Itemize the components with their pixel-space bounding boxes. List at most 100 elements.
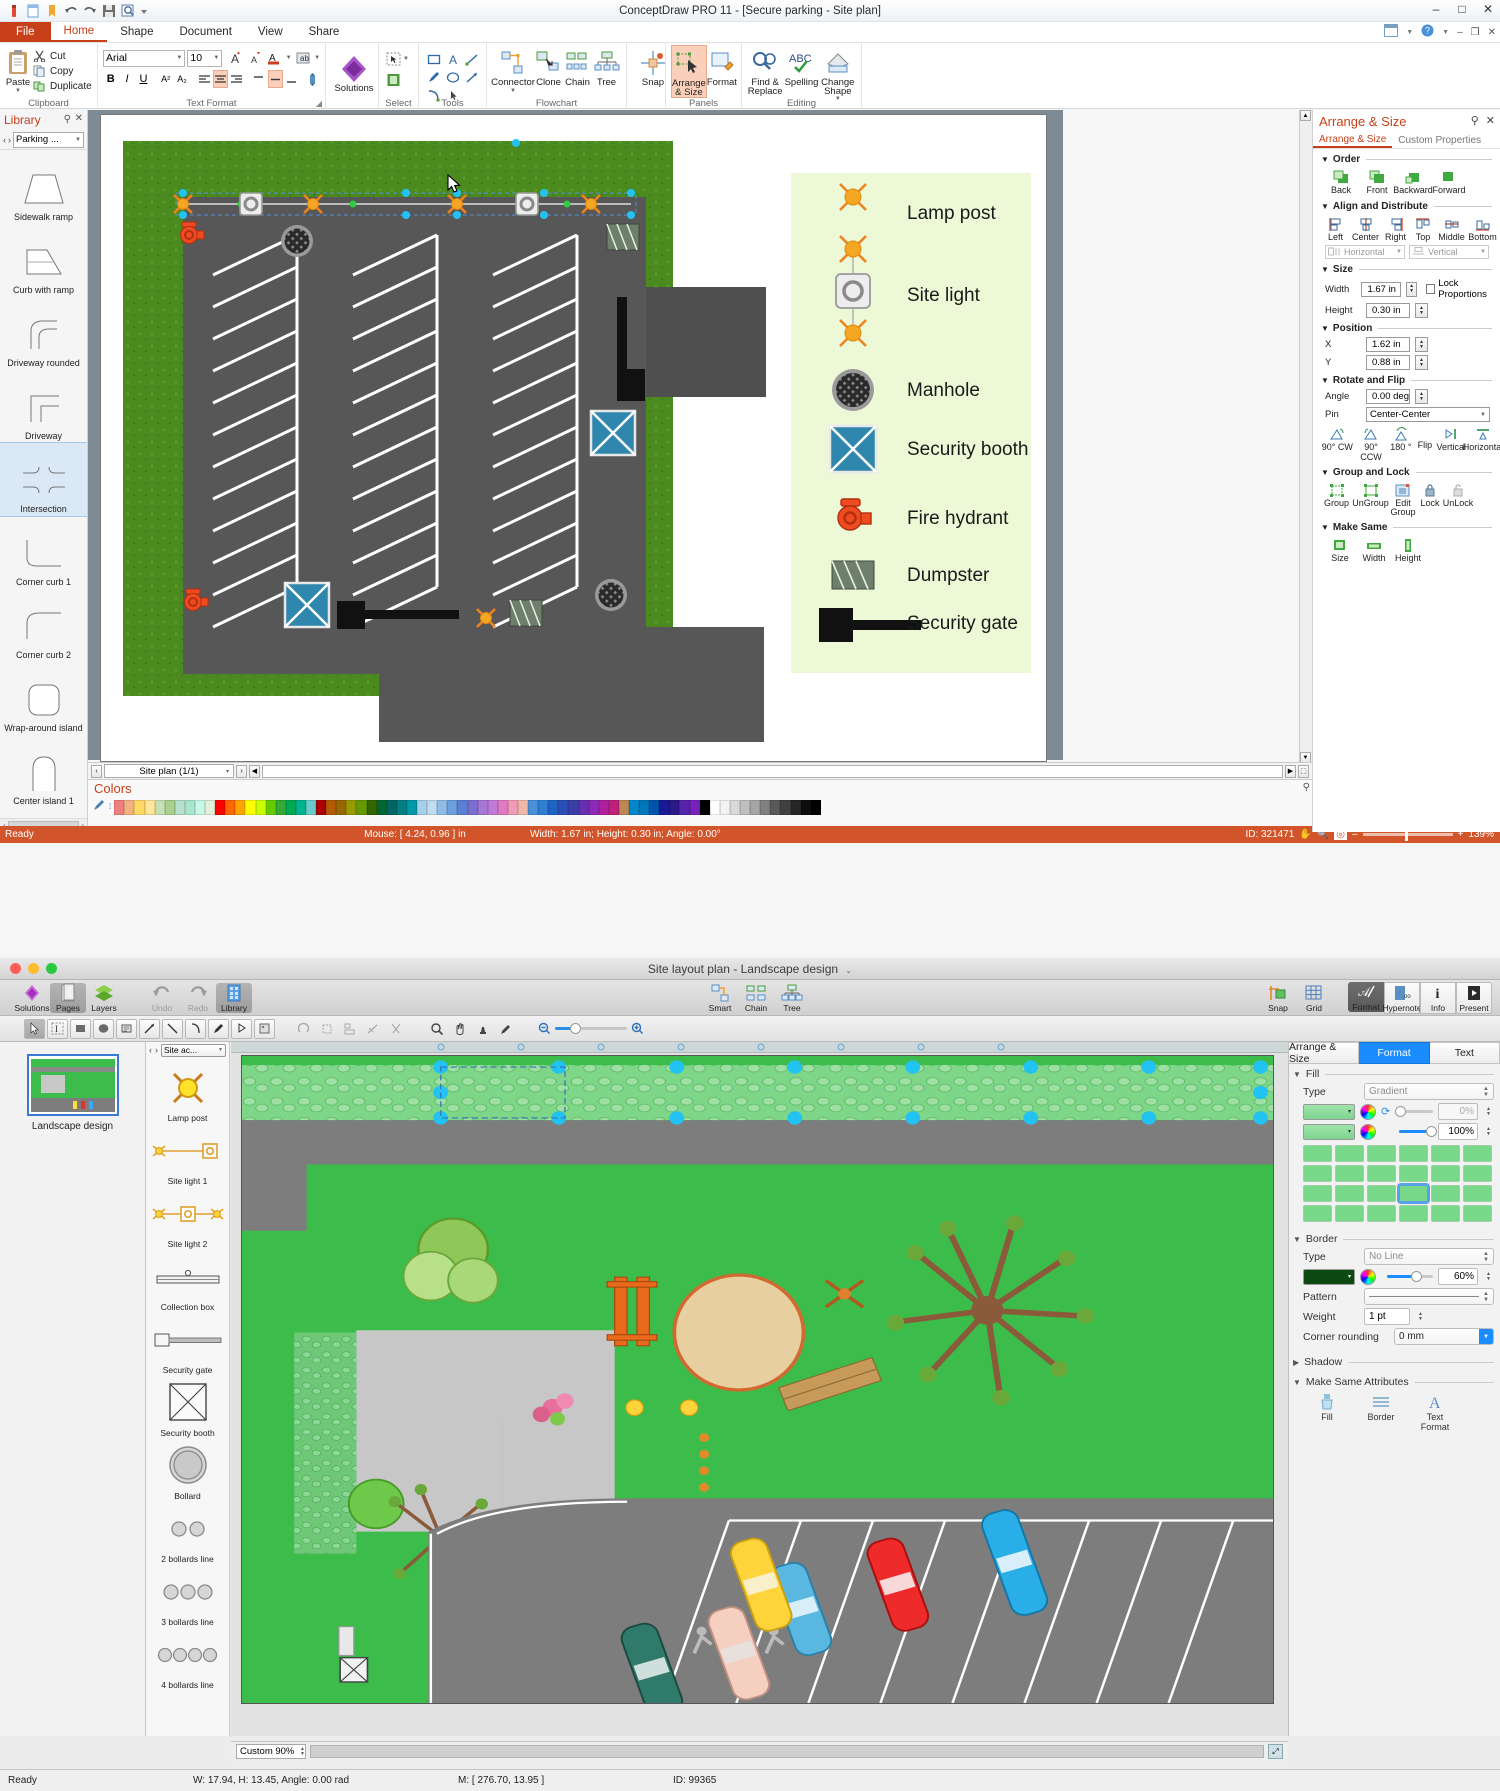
color-swatch[interactable] <box>174 800 185 815</box>
section-header-make-same-attributes[interactable]: ▼ Make Same Attributes <box>1293 1376 1500 1388</box>
library-item-security-gate[interactable]: Security gate <box>146 1314 229 1377</box>
make-same-fill-button[interactable]: Fill <box>1307 1392 1347 1432</box>
rotate-tool-button[interactable] <box>293 1019 314 1039</box>
subscript-button[interactable]: A₂ <box>174 70 189 88</box>
section-header-order[interactable]: ▼ Order <box>1313 154 1500 165</box>
fill-stop-1-value[interactable]: 0% <box>1438 1103 1478 1120</box>
align-left-button[interactable] <box>196 70 211 88</box>
page-tab-site-plan[interactable]: Site plan (1/1) ▾ <box>104 764 234 778</box>
library-item-2-bollards-line[interactable]: 2 bollards line <box>146 1503 229 1566</box>
pan-hand-icon[interactable]: ✋ <box>1299 829 1311 840</box>
color-swatch[interactable] <box>417 800 428 815</box>
chevron-down-icon-2[interactable]: ▼ <box>1442 29 1449 36</box>
color-swatch[interactable] <box>255 800 266 815</box>
border-opacity-slider[interactable] <box>1387 1271 1433 1282</box>
fill-swatch[interactable] <box>1431 1185 1460 1202</box>
fill-swatch[interactable] <box>1335 1145 1364 1162</box>
border-weight-input[interactable]: 1 pt <box>1364 1308 1410 1325</box>
angle-input[interactable]: 0.00 deg <box>1366 389 1410 404</box>
fill-swatch[interactable] <box>1463 1185 1492 1202</box>
tab-file[interactable]: File <box>0 22 51 42</box>
color-swatch[interactable] <box>608 800 619 815</box>
fill-swatch-grid[interactable] <box>1293 1140 1500 1222</box>
flip-vertical-button[interactable]: Vertical <box>1436 426 1466 462</box>
color-swatch[interactable] <box>800 800 811 815</box>
rectangle-tool-button[interactable] <box>424 50 443 68</box>
zoom-slider[interactable] <box>1362 828 1453 841</box>
copy-button[interactable]: Copy <box>31 64 94 79</box>
align-bottom-button[interactable] <box>284 70 299 88</box>
group-button[interactable]: Group <box>1321 482 1352 517</box>
rotate-90-ccw-button[interactable]: 90° CCW <box>1354 426 1389 462</box>
color-swatch[interactable] <box>659 800 670 815</box>
library-item-driveway[interactable]: Driveway <box>0 370 87 443</box>
color-swatch[interactable] <box>346 800 357 815</box>
eyedropper-tool-button[interactable] <box>495 1019 516 1039</box>
color-swatch[interactable] <box>336 800 347 815</box>
color-swatch[interactable] <box>406 800 418 815</box>
zoom-tool-button[interactable] <box>426 1019 447 1039</box>
color-swatch-row[interactable] <box>114 800 821 815</box>
fill-swatch[interactable] <box>1335 1205 1364 1222</box>
send-to-back-button[interactable]: Back <box>1323 169 1359 196</box>
fill-swatch[interactable] <box>1399 1205 1428 1222</box>
text-tool-button[interactable]: A <box>443 50 462 68</box>
color-swatch[interactable] <box>790 800 801 815</box>
canvas-hscrollbar[interactable] <box>310 1745 1264 1758</box>
color-swatch[interactable] <box>376 800 387 815</box>
grid-button[interactable]: Grid <box>1296 983 1332 1013</box>
color-picker-icon[interactable] <box>92 798 106 815</box>
select-tool-button[interactable] <box>384 50 403 68</box>
color-swatch[interactable] <box>618 800 630 815</box>
color-swatch[interactable] <box>316 800 327 815</box>
fill-type-select[interactable]: Gradient ▲ ▼ <box>1364 1083 1494 1100</box>
library-item-4-bollards-line[interactable]: 4 bollards line <box>146 1629 229 1692</box>
section-header-align[interactable]: ▼ Align and Distribute <box>1313 201 1500 212</box>
ungroup-button[interactable]: UnGroup <box>1352 482 1389 517</box>
paste-button[interactable]: Paste ▼ <box>5 45 31 94</box>
italic-button[interactable]: I <box>119 70 134 88</box>
section-header-border[interactable]: ▼ Border <box>1293 1233 1500 1245</box>
color-swatch[interactable] <box>235 800 246 815</box>
page-prev-button[interactable]: ‹ <box>91 764 102 778</box>
library-selector[interactable]: Parking ... ▼ <box>13 131 84 148</box>
make-same-size-button[interactable]: Size <box>1323 537 1357 564</box>
select-all-button[interactable] <box>384 71 403 89</box>
color-swatch[interactable] <box>770 800 781 815</box>
library-item-curb-with-ramp[interactable]: Curb with ramp <box>0 224 87 297</box>
angle-stepper[interactable]: ▲ ▼ <box>1415 389 1428 404</box>
library-item-security-booth[interactable]: Security booth <box>146 1377 229 1440</box>
color-swatch[interactable] <box>295 800 307 815</box>
fill-stop-1-slider[interactable] <box>1395 1106 1433 1117</box>
border-pattern-select[interactable]: ▲ ▼ <box>1364 1288 1494 1305</box>
font-color-dropdown-icon[interactable]: ▼ <box>286 55 292 61</box>
pin-select[interactable]: Center-Center ▼ <box>1366 407 1490 422</box>
grow-font-button[interactable]: A <box>224 49 242 67</box>
chain-button[interactable]: Chain <box>563 45 592 94</box>
chain-button[interactable]: Chain <box>738 983 774 1013</box>
library-item-collection-box[interactable]: Collection box <box>146 1251 229 1314</box>
arrow-tool-button[interactable] <box>139 1018 160 1039</box>
library-next-icon[interactable]: › <box>8 135 11 145</box>
color-swatch[interactable] <box>386 800 397 815</box>
change-shape-button[interactable]: Change Shape ▼ <box>820 45 856 102</box>
solutions-button[interactable]: Solutions <box>14 983 50 1013</box>
color-swatch[interactable] <box>578 800 589 815</box>
curve-tool-button[interactable] <box>185 1018 206 1039</box>
make-same-height-button[interactable]: Height <box>1391 537 1425 564</box>
section-header-make-same[interactable]: ▼ Make Same <box>1313 522 1500 533</box>
chevron-down-icon[interactable]: ▼ <box>1406 29 1413 36</box>
stamp-tool-button[interactable] <box>472 1019 493 1039</box>
tab-document[interactable]: Document <box>166 22 244 42</box>
format-panel-button[interactable]: Format <box>707 45 737 98</box>
height-input[interactable]: 0.30 in <box>1366 303 1410 318</box>
align-right-button[interactable]: Right <box>1381 216 1410 243</box>
paste-dropdown-icon[interactable]: ▼ <box>15 88 21 94</box>
library-item-lamp-post[interactable]: Lamp post <box>146 1062 229 1125</box>
color-swatch[interactable] <box>507 800 518 815</box>
edit-points-tool-button[interactable] <box>231 1018 252 1039</box>
fill-color-1-chip[interactable]: ▾ <box>1303 1103 1355 1120</box>
hypernote-button[interactable]: oo Hypernote <box>1382 981 1422 1014</box>
color-swatch[interactable] <box>528 800 539 815</box>
color-swatch[interactable] <box>356 800 367 815</box>
